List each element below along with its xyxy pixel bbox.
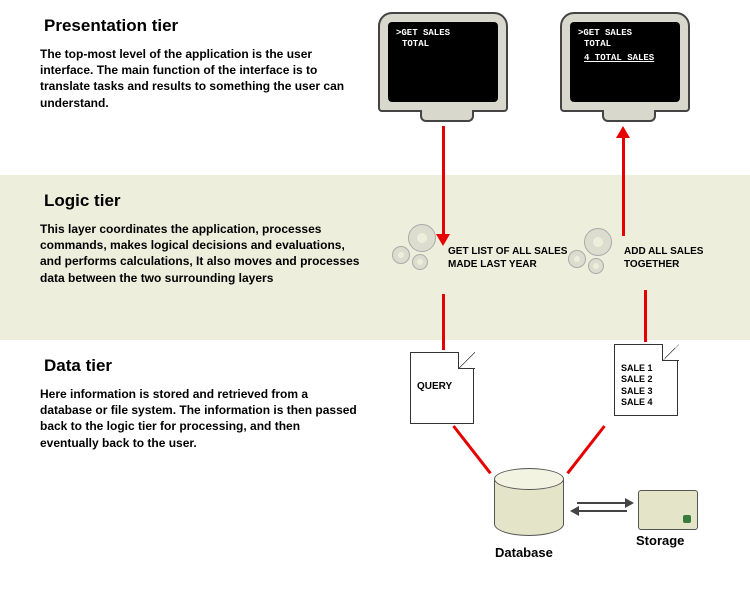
monitor-output-line2: TOTAL — [578, 39, 672, 50]
presentation-desc: The top-most level of the application is… — [40, 46, 360, 111]
monitor-output-result: 4 TOTAL SALES — [578, 53, 672, 64]
logic-right-label: ADD ALL SALES TOGETHER — [624, 246, 724, 271]
arrow-presentation-to-logic-icon — [442, 126, 445, 236]
storage-label: Storage — [636, 533, 684, 548]
sale-line-4: SALE 4 — [621, 397, 671, 408]
double-arrow-icon — [572, 498, 632, 518]
monitor-input-screen: >GET SALES TOTAL — [388, 22, 498, 102]
logic-desc: This layer coordinates the application, … — [40, 221, 360, 286]
sale-line-2: SALE 2 — [621, 374, 671, 385]
document-sales-icon: SALE 1 SALE 2 SALE 3 SALE 4 — [614, 344, 678, 416]
arrow-logic-to-query-icon — [442, 294, 445, 350]
sale-line-3: SALE 3 — [621, 386, 671, 397]
logic-left-label: GET LIST OF ALL SALES MADE LAST YEAR — [448, 246, 568, 271]
gears-left-icon — [392, 224, 442, 274]
gears-right-icon — [568, 228, 618, 278]
logic-title: Logic tier — [44, 191, 750, 211]
arrow-logic-to-presentation-icon — [622, 136, 625, 236]
storage-icon — [638, 490, 698, 530]
monitor-output-icon: >GET SALES TOTAL 4 TOTAL SALES — [560, 12, 690, 112]
database-icon — [494, 468, 564, 538]
sale-line-1: SALE 1 — [621, 363, 671, 374]
monitor-output-line1: >GET SALES — [578, 28, 672, 39]
monitor-input-line2: TOTAL — [396, 39, 490, 50]
database-label: Database — [495, 545, 553, 560]
data-desc: Here information is stored and retrieved… — [40, 386, 360, 451]
monitor-output-screen: >GET SALES TOTAL 4 TOTAL SALES — [570, 22, 680, 102]
document-query-icon: QUERY — [410, 352, 474, 424]
document-query-label: QUERY — [417, 381, 452, 392]
monitor-input-icon: >GET SALES TOTAL — [378, 12, 508, 112]
arrow-sales-to-logic-icon — [644, 290, 647, 342]
monitor-input-line1: >GET SALES — [396, 28, 490, 39]
